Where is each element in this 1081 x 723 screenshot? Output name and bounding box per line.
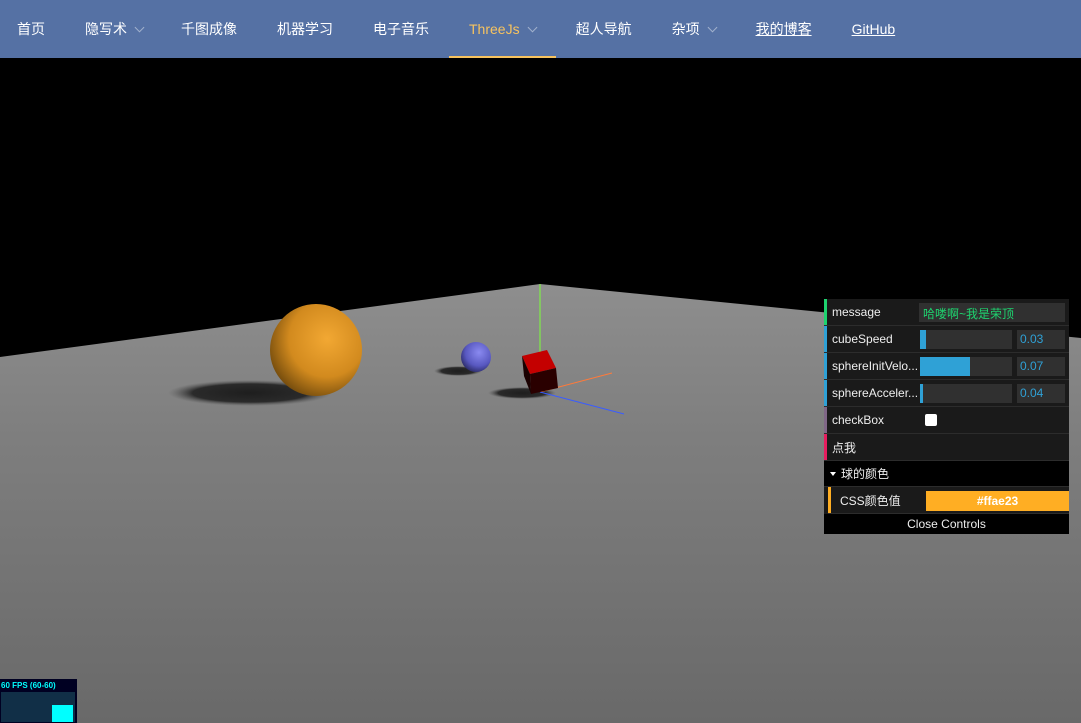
nav-item-label: ThreeJs [469,21,520,37]
nav-item-label: 超人导航 [575,21,632,37]
type-indicator [828,487,831,513]
blue-sphere [461,342,491,372]
sphere-init-velocity-row: sphereInitVelo... 0.07 [824,353,1069,380]
sphere-init-velocity-slider[interactable] [920,357,1012,376]
close-controls-button[interactable]: Close Controls [824,514,1069,534]
slider-fill [920,357,970,376]
nav-item-label: GitHub [851,21,896,37]
nav-item-misc[interactable]: 杂项 [671,0,718,58]
click-me-button[interactable]: 点我 [832,439,920,456]
sphere-acceleration-slider[interactable] [920,384,1012,403]
type-indicator [824,380,827,406]
folder-title: 球的颜色 [841,467,890,481]
chevron-down-icon [527,22,538,32]
orange-sphere [270,304,362,396]
fps-text: 60 FPS (60-60) [1,681,56,690]
triangle-down-icon [830,471,836,476]
type-indicator [824,299,827,325]
nav-item-threejs[interactable]: ThreeJs [449,0,556,58]
color-folder-toggle[interactable]: 球的颜色 [824,461,1069,487]
control-label: sphereInitVelo... [832,359,919,373]
cube-speed-slider[interactable] [920,330,1012,349]
controls-panel: message 哈喽啊~我是荣顶 cubeSpeed 0.03 sphereIn… [824,299,1069,534]
message-row: message 哈喽啊~我是荣顶 [824,299,1069,326]
nav-item-home[interactable]: 首页 [17,0,45,58]
nav-item-blog[interactable]: 我的博客 [756,0,812,58]
nav-item-label: 首页 [17,21,45,37]
top-nav: 首页 隐写术 千图成像 机器学习 电子音乐 ThreeJs 超人导航 杂项 我的… [0,0,1081,58]
checkbox-row: checkBox [824,407,1069,434]
control-label: CSS颜色值 [840,493,901,508]
sphere-init-velocity-value[interactable]: 0.07 [1017,357,1065,376]
nav-item-superman-nav[interactable]: 超人导航 [576,0,632,58]
type-indicator [824,353,827,379]
color-input[interactable]: #ffae23 [926,491,1069,511]
fps-graph-bar [52,705,73,722]
nav-item-label: 电子音乐 [373,21,429,37]
sphere-acceleration-row: sphereAcceler... 0.04 [824,380,1069,407]
nav-item-label: 我的博客 [755,21,812,37]
message-input[interactable]: 哈喽啊~我是荣顶 [919,303,1065,322]
nav-item-photomosaic[interactable]: 千图成像 [181,0,237,58]
nav-item-label: 杂项 [671,21,700,37]
type-indicator [824,407,827,433]
click-me-row[interactable]: 点我 [824,434,1069,461]
chevron-down-icon [707,22,718,32]
nav-item-machine-learning[interactable]: 机器学习 [277,0,333,58]
nav-item-label: 隐写术 [85,21,127,37]
checkbox[interactable] [925,414,937,426]
css-color-row: CSS颜色值 #ffae23 [828,487,1069,514]
control-label: checkBox [832,413,885,427]
control-label: cubeSpeed [832,332,893,346]
cube-speed-row: cubeSpeed 0.03 [824,326,1069,353]
sphere-acceleration-value[interactable]: 0.04 [1017,384,1065,403]
nav-item-github[interactable]: GitHub [852,0,896,58]
control-label: message [832,305,881,319]
slider-fill [920,384,923,403]
type-indicator [824,434,827,460]
fps-stats-panel[interactable]: 60 FPS (60-60) [0,679,77,723]
nav-item-label: 千图成像 [181,21,237,37]
type-indicator [824,326,827,352]
slider-fill [920,330,927,349]
cube-speed-value[interactable]: 0.03 [1017,330,1065,349]
nav-item-steganography[interactable]: 隐写术 [85,0,145,58]
nav-item-electronic-music[interactable]: 电子音乐 [373,0,429,58]
chevron-down-icon [134,22,145,32]
nav-item-label: 机器学习 [277,21,333,37]
fps-graph [1,692,75,722]
control-label: sphereAcceler... [832,386,919,400]
